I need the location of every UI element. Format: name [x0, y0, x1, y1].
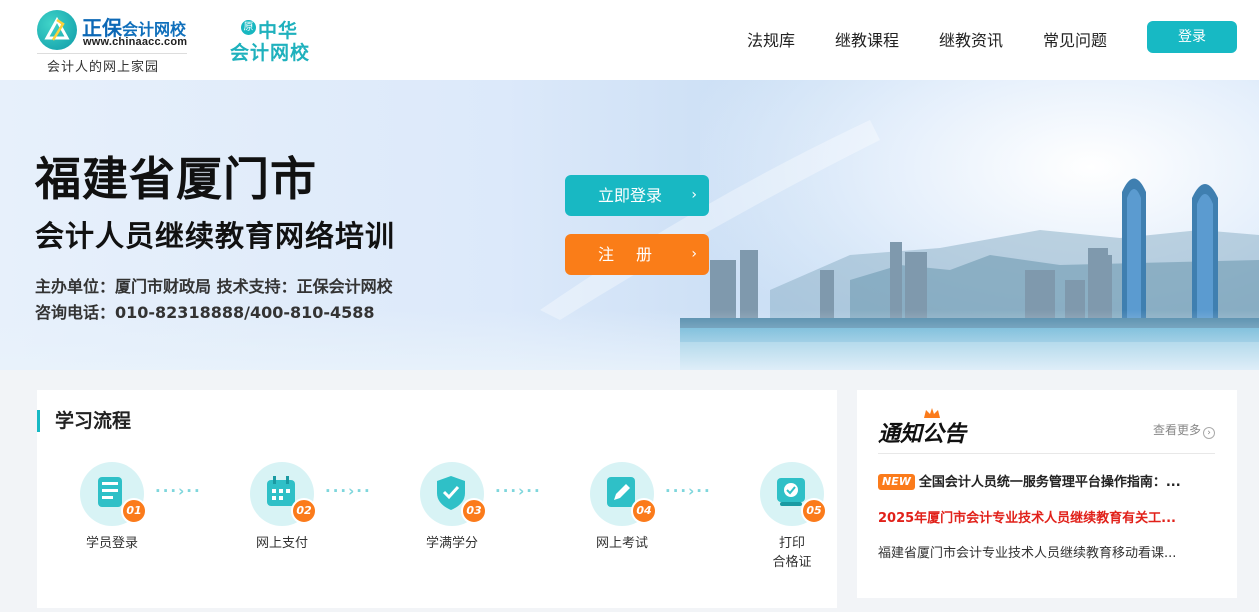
banner-organizer: 主办单位：厦门市财政局 技术支持：正保会计网校 — [35, 277, 393, 296]
banner-login-label: 立即登录 — [598, 186, 663, 205]
chevron-right-icon: › — [1203, 427, 1215, 439]
step-connector: ···›·· — [325, 482, 372, 500]
step-connector: ···›·· — [665, 482, 712, 500]
notice-divider — [878, 453, 1215, 454]
top-header: 正保会计网校 www.chinaacc.com 会计人的网上家园 原 中华 会计… — [0, 0, 1259, 80]
process-title: 学习流程 — [37, 410, 131, 432]
banner-register-label: 注册 — [598, 245, 675, 264]
banner-phone: 咨询电话：010-82318888/400-810-4588 — [35, 303, 375, 322]
chinaacc-logo[interactable]: 正保会计网校 www.chinaacc.com 会计人的网上家园 — [37, 10, 189, 75]
step-connector: ···›·· — [495, 482, 542, 500]
step-label: 网上考试 — [595, 536, 648, 551]
step-label: 学员登录 — [85, 536, 138, 551]
notice-item[interactable]: 2025年厦门市会计专业技术人员继续教育有关工... — [878, 507, 1203, 526]
chevron-right-icon: › — [691, 187, 697, 203]
notice-card: 通知公告 查看更多 › NEW 全国会计人员统一服务管理平台操作指南：... 202… — [857, 390, 1237, 598]
notice-title: 通知公告 — [878, 421, 967, 447]
step-number: 03 — [461, 498, 487, 524]
learning-process-card: 学习流程 01 学员登录 ···›·· 02 网上支付 ···›·· 03 学满… — [37, 390, 837, 608]
step-payment[interactable]: 02 网上支付 — [235, 462, 335, 582]
hero-banner: 福建省厦门市 会计人员继续教育网络培训 主办单位：厦门市财政局 技术支持：正保会… — [0, 80, 1259, 370]
notice-item[interactable]: 福建省厦门市会计专业技术人员继续教育移动看课... — [878, 542, 1203, 561]
logo-url: www.chinaacc.com — [83, 36, 188, 48]
step-number: 01 — [121, 498, 147, 524]
new-badge: NEW — [878, 474, 915, 490]
notice-item[interactable]: NEW 全国会计人员统一服务管理平台操作指南：... — [878, 471, 1203, 490]
nav-courses[interactable]: 继教课程 — [835, 27, 899, 51]
logo2-line2: 会计网校 — [230, 42, 311, 64]
banner-title: 福建省厦门市 — [35, 152, 317, 206]
banner-register-button[interactable]: 注册 › — [565, 234, 709, 275]
view-more-label: 查看更多 — [1152, 423, 1201, 437]
zhonghua-logo[interactable]: 原 中华 会计网校 — [229, 16, 319, 64]
logo-slogan: 会计人的网上家园 — [47, 60, 160, 75]
nav-news[interactable]: 继教资讯 — [939, 27, 1003, 51]
header-login-button[interactable]: 登录 — [1147, 21, 1237, 53]
step-number: 05 — [801, 498, 827, 524]
notice-item-text: 全国会计人员统一服务管理平台操作指南：... — [918, 475, 1181, 490]
step-exam[interactable]: 04 网上考试 — [575, 462, 675, 582]
step-label: 打印 合格证 — [772, 536, 812, 570]
banner-subtitle: 会计人员继续教育网络培训 — [35, 219, 396, 253]
nav-laws[interactable]: 法规库 — [747, 27, 795, 51]
step-certificate[interactable]: 05 打印 合格证 — [745, 462, 845, 582]
banner-login-button[interactable]: 立即登录 › — [565, 175, 709, 216]
origin-badge: 原 — [241, 20, 256, 35]
nav-faq[interactable]: 常见问题 — [1043, 27, 1107, 51]
step-label: 学满学分 — [425, 536, 478, 551]
chevron-right-icon: › — [691, 246, 697, 262]
step-connector: ···›·· — [155, 482, 202, 500]
step-number: 04 — [631, 498, 657, 524]
step-label: 网上支付 — [255, 536, 308, 551]
view-more-link[interactable]: 查看更多 › — [1153, 421, 1215, 439]
step-number: 02 — [291, 498, 317, 524]
logo-mark-icon — [37, 10, 77, 50]
logo-divider — [37, 53, 187, 54]
step-credits[interactable]: 03 学满学分 — [405, 462, 505, 582]
step-login[interactable]: 01 学员登录 — [65, 462, 165, 582]
